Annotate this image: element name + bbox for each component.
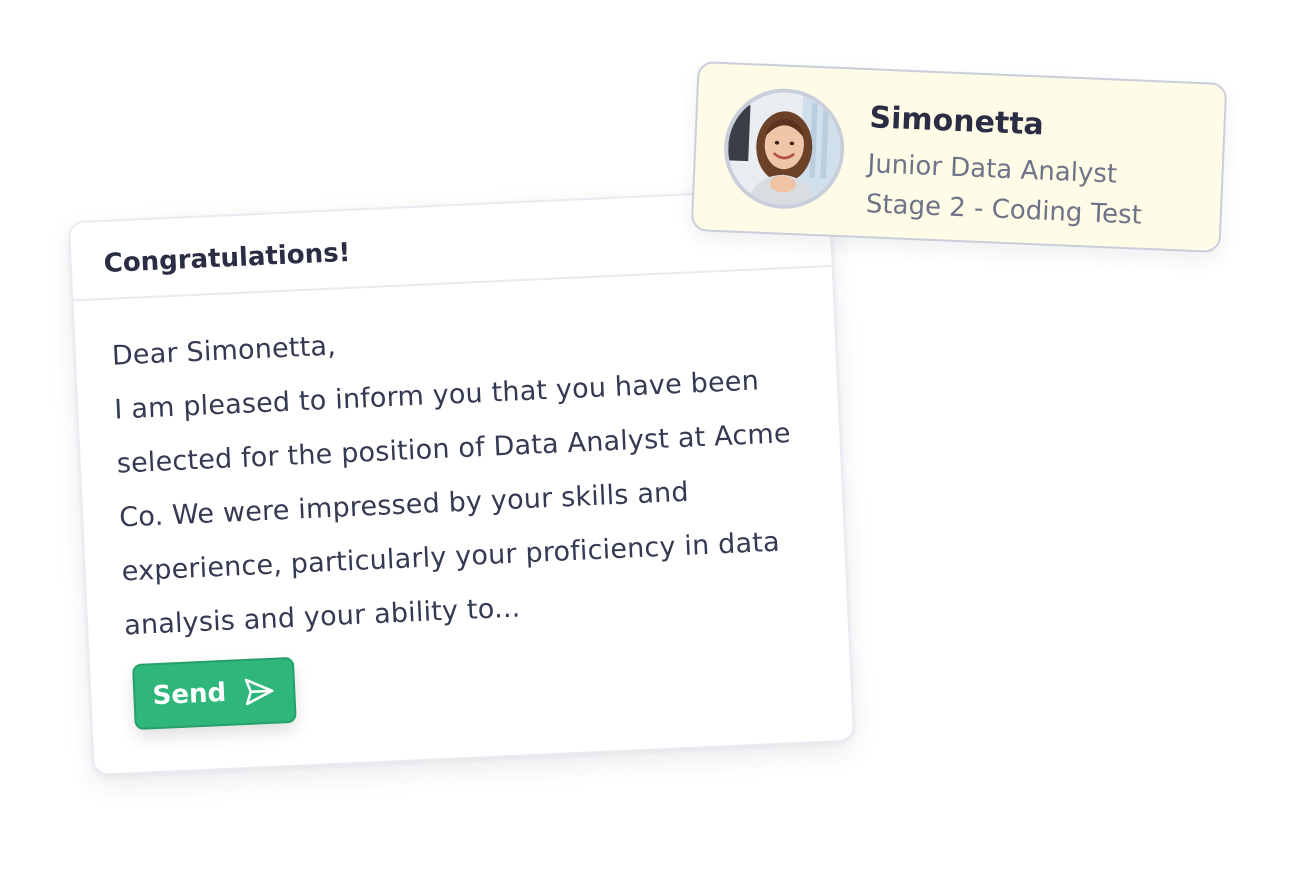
candidate-info: Simonetta Junior Data Analyst Stage 2 - …	[865, 98, 1146, 235]
email-message: I am pleased to inform you that you have…	[113, 365, 792, 642]
candidate-card[interactable]: Simonetta Junior Data Analyst Stage 2 - …	[690, 60, 1228, 254]
email-card: Congratulations! Dear Simonetta, I am pl…	[67, 186, 856, 777]
candidate-name: Simonetta	[868, 100, 1045, 143]
email-title: Congratulations!	[103, 237, 352, 279]
send-icon	[244, 678, 274, 706]
canvas: Congratulations! Dear Simonetta, I am pl…	[0, 0, 1306, 874]
send-button-label: Send	[151, 677, 227, 712]
email-body: Dear Simonetta, I am pleased to inform y…	[73, 267, 847, 655]
avatar-image	[725, 90, 843, 207]
avatar	[721, 86, 847, 212]
send-button[interactable]: Send	[131, 656, 297, 731]
